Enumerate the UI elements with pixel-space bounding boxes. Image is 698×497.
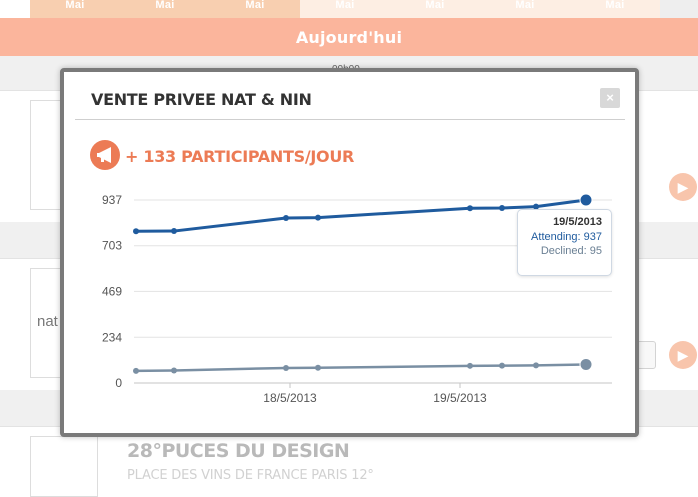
event-title[interactable]: 28°PUCES DU DESIGN [127,440,350,462]
y-tick-label: 469 [102,284,122,298]
data-point [533,362,539,369]
tooltip-date: 19/5/2013 [553,216,602,228]
calendar-day[interactable]: Mai [300,0,390,18]
calendar-day[interactable]: Mai [120,0,210,18]
event-subtitle: PLACE DES VINS DE FRANCE PARIS 12° [127,468,374,483]
event-thumbnail[interactable] [30,100,62,210]
data-point [499,362,505,369]
event-thumbnail[interactable] [30,436,98,497]
calendar-day[interactable]: Mai [390,0,480,18]
today-bar[interactable]: Aujourd'hui [0,18,698,56]
calendar-gap [0,0,30,18]
y-tick-label: 703 [102,239,122,253]
series-line-declined [135,363,587,373]
chart-tooltip: 19/5/2013 Attending: 937 Declined: 95 [517,209,612,276]
calendar-day[interactable]: Mai [570,0,660,18]
x-tick-label: 19/5/2013 [433,391,487,405]
data-point [579,193,593,207]
thumbnail-brand-text: nat [37,313,58,330]
event-stats-modal: VENTE PRIVEE NAT & NIN × + 133 PARTICIPA… [60,68,639,437]
data-point [499,205,505,212]
calendar-day[interactable]: Mai [30,0,120,18]
data-point [171,228,177,235]
app-background: Mai Mai Mai Mai Mai Mai Mai Aujourd'hui … [0,0,698,497]
data-point [315,364,321,371]
y-tick-label: 0 [115,376,122,390]
calendar-month-row: Mai Mai Mai Mai Mai Mai Mai [0,0,698,18]
data-point [171,367,177,374]
tooltip-declined: Declined: 95 [540,245,602,257]
data-point [133,228,139,235]
y-tick-label: 937 [102,193,122,207]
calendar-day[interactable]: Mai [210,0,300,18]
megaphone-button[interactable]: ▶ [669,341,697,369]
data-point [133,367,139,374]
data-point [315,214,321,221]
data-point [579,357,593,371]
calendar-day[interactable]: Mai [480,0,570,18]
megaphone-button[interactable]: ▶ [669,173,697,201]
data-point [283,364,289,371]
data-point [283,214,289,221]
data-point [467,362,473,369]
data-point [467,205,473,212]
x-tick-label: 18/5/2013 [263,391,317,405]
y-tick-label: 234 [102,330,122,344]
tooltip-attending: Attending: 937 [531,231,602,243]
